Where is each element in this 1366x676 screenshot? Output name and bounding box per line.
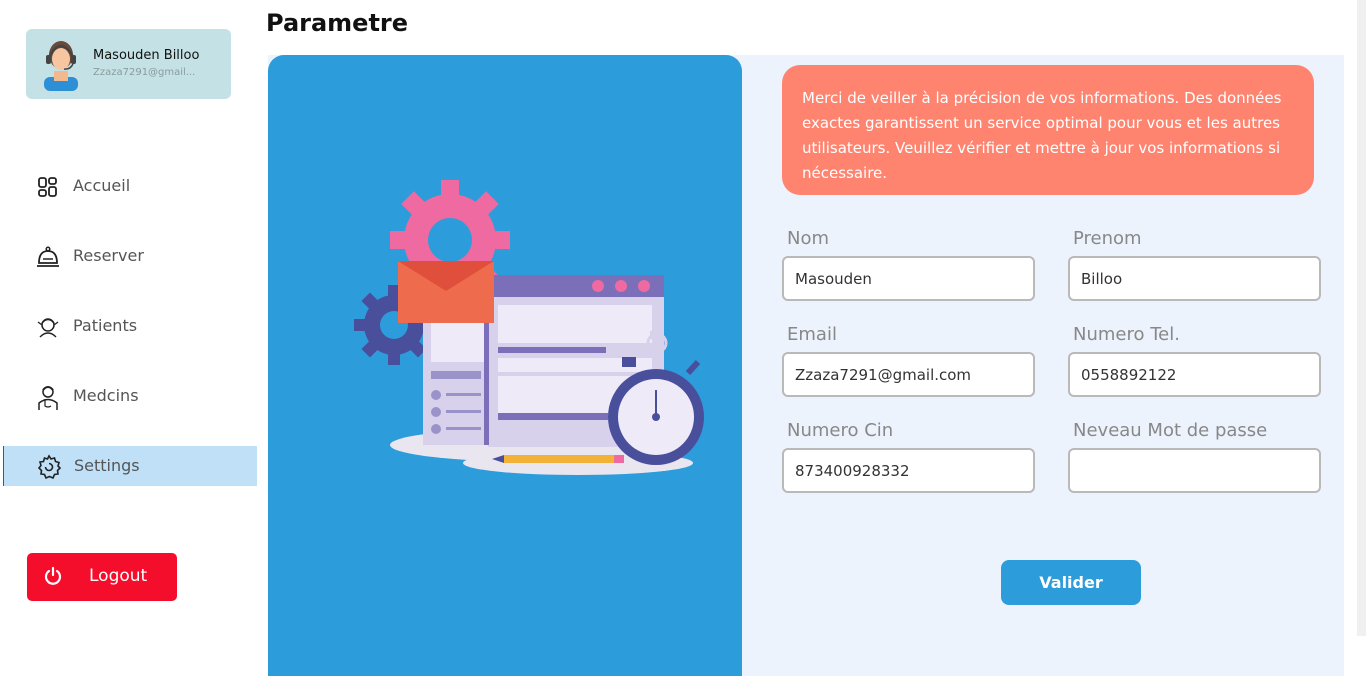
email-field[interactable] — [782, 352, 1035, 397]
profile-name: Masouden Billoo — [93, 48, 200, 63]
page-title: Parametre — [266, 9, 409, 37]
grid-icon — [38, 177, 57, 197]
sidebar-item-reserver[interactable]: Reserver — [3, 236, 257, 276]
logout-label: Logout — [89, 566, 148, 586]
cin-label: Numero Cin — [787, 420, 894, 441]
nom-input[interactable] — [782, 256, 1035, 301]
tel-label: Numero Tel. — [1073, 324, 1180, 345]
sidebar-item-label: Reserver — [73, 246, 144, 265]
sidebar-item-label: Medcins — [73, 386, 139, 405]
sidebar-item-label: Settings — [74, 456, 140, 475]
profile-email: Zzaza7291@gmail... — [93, 67, 196, 78]
prenom-input[interactable] — [1068, 256, 1321, 301]
password-label: Neveau Mot de passe — [1073, 420, 1268, 441]
power-icon — [44, 566, 62, 585]
email-label: Email — [787, 324, 837, 345]
sidebar-item-settings[interactable]: Settings — [3, 446, 257, 486]
sidebar-item-patients[interactable]: Patients — [3, 306, 257, 346]
nom-label: Nom — [787, 228, 830, 249]
settings-illustration-image — [354, 180, 704, 475]
avatar — [44, 41, 78, 91]
sidebar-item-label: Patients — [73, 316, 138, 335]
patient-icon — [37, 318, 59, 338]
sidebar-item-medcins[interactable]: Medcins — [3, 376, 257, 416]
sidebar-item-accueil[interactable]: Accueil — [3, 166, 257, 206]
user-profile-card[interactable]: Masouden Billoo Zzaza7291@gmail... — [26, 29, 231, 99]
scrollbar[interactable] — [1357, 0, 1366, 636]
cin-input[interactable] — [782, 448, 1035, 493]
new-password-input[interactable] — [1068, 448, 1321, 493]
sidebar: Masouden Billoo Zzaza7291@gmail... Accue… — [0, 0, 258, 676]
tel-input[interactable] — [1068, 352, 1321, 397]
prenom-label: Prenom — [1073, 228, 1142, 249]
settings-illustration — [268, 55, 742, 676]
info-notice: Merci de veiller à la précision de vos i… — [782, 65, 1314, 195]
doctor-icon — [38, 386, 58, 410]
logout-button[interactable]: Logout — [27, 553, 177, 601]
bell-icon — [37, 246, 59, 267]
valider-button[interactable]: Valider — [1001, 560, 1141, 605]
gear-icon — [37, 454, 62, 480]
sidebar-item-label: Accueil — [73, 176, 131, 195]
